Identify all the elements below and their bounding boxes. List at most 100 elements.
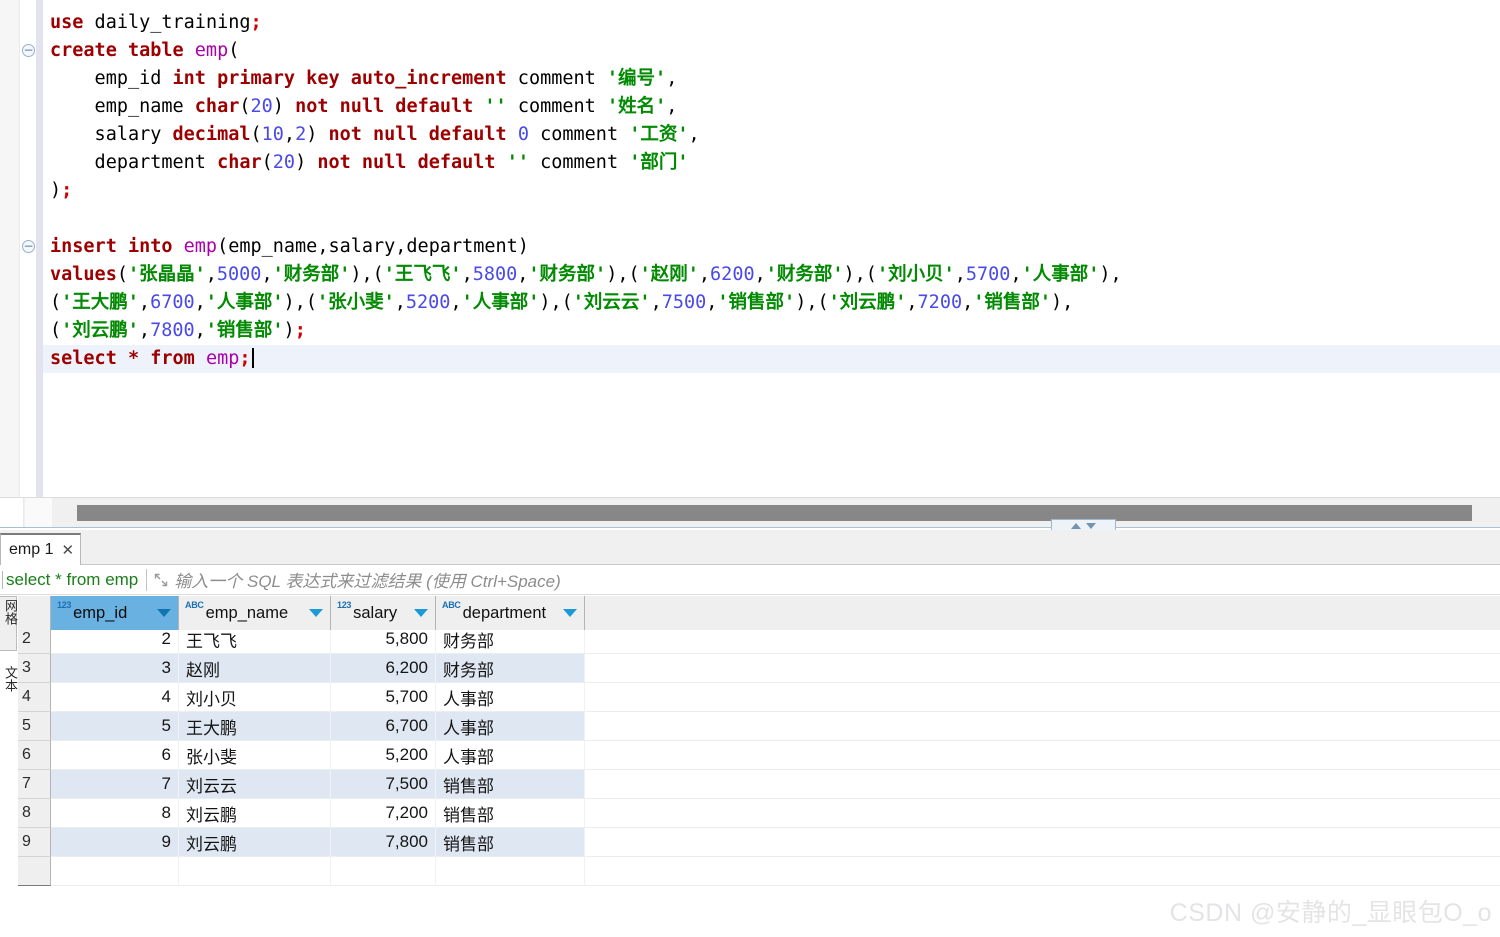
cell-salary[interactable]: 6,200 [331,654,436,683]
code-line[interactable]: ('刘云鹏',7800,'销售部'); [43,317,1500,345]
code-line[interactable]: insert into emp(emp_name,salary,departme… [43,233,1500,261]
cell-emp_id[interactable]: 7 [51,770,179,799]
code-token: '赵刚' [640,264,699,285]
code-token: 7500 [662,292,707,313]
cell-emp_id[interactable]: 9 [51,828,179,857]
sql-editor-pane[interactable]: use daily_training;create table emp( emp… [0,0,1500,497]
filter-source-query[interactable]: select * from emp [0,570,138,590]
cell-department[interactable]: 销售部 [436,799,585,828]
cell-department[interactable]: 人事部 [436,741,585,770]
code-token: , [195,320,206,341]
cell-empty[interactable] [51,857,179,886]
number-type-icon: 123 [337,601,351,610]
table-row[interactable]: 55王大鹏6,700人事部 [18,712,1500,741]
table-row[interactable]: 33赵刚6,200财务部 [18,654,1500,683]
triangle-down-icon[interactable] [1086,523,1096,529]
cell-department[interactable]: 人事部 [436,712,585,741]
chevron-down-icon[interactable] [309,609,323,617]
horizontal-scrollbar-thumb[interactable] [77,505,1472,521]
fold-collapse-icon[interactable]: − [22,240,35,253]
grid-body[interactable]: 11张晶晶5,000财务部22王飞飞5,800财务部33赵刚6,200财务部44… [18,596,1500,886]
code-line[interactable]: values('张晶晶',5000,'财务部'),('王飞飞',5800,'财务… [43,261,1500,289]
cell-emp_name[interactable]: 王大鹏 [179,712,331,741]
code-line[interactable]: salary decimal(10,2) not null default 0 … [43,121,1500,149]
column-header-emp_id[interactable]: 123emp_id [51,596,179,630]
cell-salary[interactable]: 7,500 [331,770,436,799]
cell-empty[interactable] [436,857,585,886]
cell-emp_name[interactable]: 刘云鹏 [179,799,331,828]
close-icon[interactable]: ✕ [61,543,74,558]
cell-emp_name[interactable]: 刘小贝 [179,683,331,712]
code-token: '刘云鹏' [61,320,139,341]
column-header-emp_name[interactable]: ABCemp_name [179,596,331,630]
cell-salary[interactable]: 6,700 [331,712,436,741]
cell-department[interactable]: 财务部 [436,654,585,683]
code-token: '销售部' [973,292,1051,313]
cell-emp_name[interactable]: 张小斐 [179,741,331,770]
code-line[interactable]: ); [43,177,1500,205]
expand-icon[interactable] [152,571,170,589]
row-number[interactable]: 4 [18,683,51,712]
cell-empty[interactable] [585,857,1500,886]
code-token: department [50,152,217,173]
presentation-tab-grid[interactable]: 网格 [0,596,17,651]
row-number[interactable]: 6 [18,741,51,770]
triangle-up-icon[interactable] [1071,523,1081,529]
chevron-down-icon[interactable] [414,609,428,617]
results-grid[interactable]: 网格 文本 123emp_idABCemp_name123salaryABCde… [0,596,1500,937]
tab-emp-1[interactable]: emp 1 ✕ [0,533,81,565]
cell-emp_id[interactable]: 8 [51,799,179,828]
code-line[interactable]: department char(20) not null default '' … [43,149,1500,177]
filter-left-edge [2,571,3,589]
row-number[interactable] [18,857,51,886]
code-token: , [195,292,206,313]
column-header-salary[interactable]: 123salary [331,596,436,630]
cell-emp_id[interactable]: 6 [51,741,179,770]
cell-salary[interactable]: 5,200 [331,741,436,770]
cell-department[interactable]: 销售部 [436,828,585,857]
cell-salary[interactable]: 7,800 [331,828,436,857]
cell-emp_name[interactable]: 赵刚 [179,654,331,683]
table-row[interactable]: 88刘云鹏7,200销售部 [18,799,1500,828]
cell-salary[interactable]: 5,700 [331,683,436,712]
editor-horizontal-scrollbar-zone[interactable] [0,497,1500,529]
result-filter-bar[interactable]: select * from emp 输入一个 SQL 表达式来过滤结果 (使用 … [0,565,1500,595]
table-row[interactable]: 44刘小贝5,700人事部 [18,683,1500,712]
row-number[interactable]: 8 [18,799,51,828]
table-row[interactable]: 99刘云鹏7,800销售部 [18,828,1500,857]
row-number[interactable]: 9 [18,828,51,857]
sql-code-text[interactable]: use daily_training;create table emp( emp… [43,0,1500,497]
cell-emp_id[interactable]: 3 [51,654,179,683]
cell-department[interactable]: 销售部 [436,770,585,799]
results-presentation-tabs[interactable]: 网格 文本 [0,596,18,937]
table-row[interactable]: 66张小斐5,200人事部 [18,741,1500,770]
cell-salary[interactable]: 7,200 [331,799,436,828]
code-line[interactable]: emp_id int primary key auto_increment co… [43,65,1500,93]
row-number[interactable]: 5 [18,712,51,741]
column-header-department[interactable]: ABCdepartment [436,596,585,630]
chevron-down-icon[interactable] [563,609,577,617]
cell-emp_name[interactable]: 刘云鹏 [179,828,331,857]
code-line[interactable] [43,205,1500,233]
cell-emp_id[interactable]: 5 [51,712,179,741]
code-line[interactable]: select * from emp; [43,345,1500,373]
table-row[interactable]: 77刘云云7,500销售部 [18,770,1500,799]
horizontal-scrollbar-track[interactable] [77,505,1472,521]
code-line[interactable]: ('王大鹏',6700,'人事部'),('张小斐',5200,'人事部'),('… [43,289,1500,317]
grid-corner-cell[interactable] [18,596,51,630]
cell-department[interactable]: 人事部 [436,683,585,712]
code-line[interactable]: use daily_training; [43,9,1500,37]
cell-empty[interactable] [331,857,436,886]
fold-collapse-icon[interactable]: − [22,44,35,57]
code-line[interactable]: create table emp( [43,37,1500,65]
code-line[interactable]: emp_name char(20) not null default '' co… [43,93,1500,121]
chevron-down-icon[interactable] [157,609,171,617]
cell-emp_id[interactable]: 4 [51,683,179,712]
cell-empty[interactable] [179,857,331,886]
cell-emp_name[interactable]: 刘云云 [179,770,331,799]
new-row-placeholder[interactable] [18,857,1500,886]
filter-input-placeholder[interactable]: 输入一个 SQL 表达式来过滤结果 (使用 Ctrl+Space) [174,567,561,592]
row-number[interactable]: 7 [18,770,51,799]
row-number[interactable]: 3 [18,654,51,683]
code-token: daily_training [83,12,250,33]
